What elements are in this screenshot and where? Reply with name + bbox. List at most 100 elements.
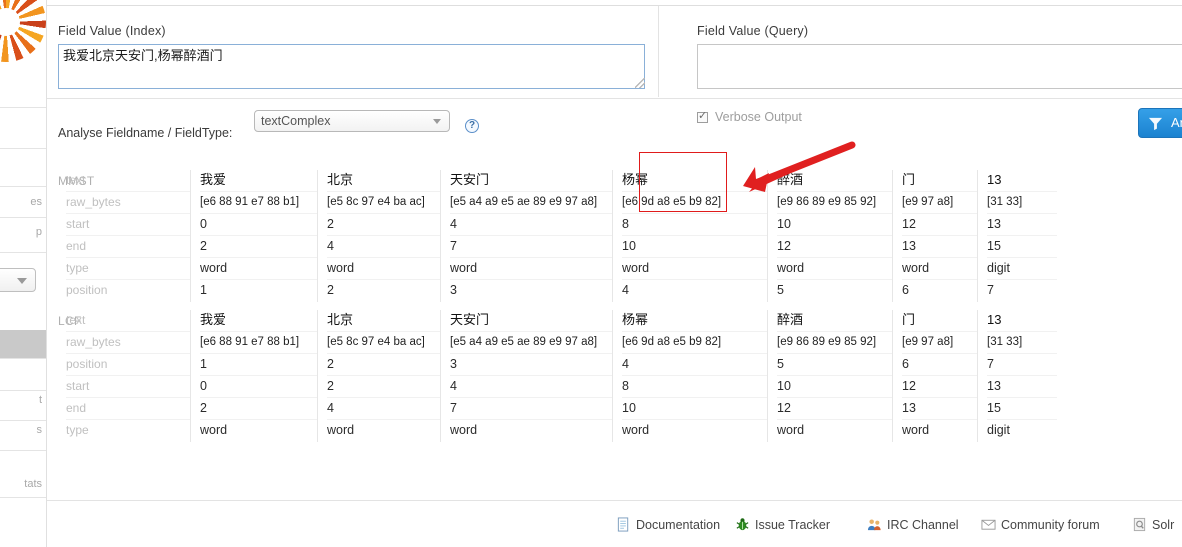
analysis-results: MMST text raw_bytes start end type position 我爱[… (47, 152, 1182, 452)
footer-link-community-forum[interactable]: Community forum (981, 515, 1100, 535)
sidebar-item-clipped-1[interactable]: es (30, 196, 42, 208)
question-mark-icon[interactable]: ? (465, 119, 479, 133)
verbose-output-checkbox[interactable] (697, 110, 708, 123)
token-column[interactable]: 我爱 [e6 88 91 e7 88 b1] 1 0 2 word (190, 310, 317, 442)
core-selector-dropdown[interactable] (0, 268, 36, 292)
token-type: word (200, 423, 228, 437)
sidebar: es p t s tats (0, 0, 46, 547)
token-column[interactable]: 北京 [e5 8c 97 e4 ba ac] 2 2 4 word (317, 310, 440, 442)
token-raw_bytes: [e9 97 a8] (902, 332, 977, 354)
token-position: 4 (622, 354, 767, 376)
token-column[interactable]: 13 [31 33] 13 15 digit 7 (977, 170, 1057, 302)
attribute-label-type: type (66, 423, 89, 437)
token-text: 北京 (327, 310, 440, 332)
document-icon (616, 517, 631, 532)
footer-link-solr[interactable]: Solr (1132, 515, 1174, 535)
sidebar-item-clipped-2[interactable]: p (36, 226, 42, 238)
token-position: 3 (450, 354, 612, 376)
token-column[interactable]: 杨幂 [e6 9d a8 e5 b9 82] 8 10 word 4 (612, 170, 767, 302)
token-position: 2 (327, 354, 440, 376)
token-text: 杨幂 (622, 170, 767, 192)
token-text: 北京 (327, 170, 440, 192)
footer-link-irc-channel[interactable]: IRC Channel (867, 515, 959, 535)
token-column[interactable]: 天安门 [e5 a4 a9 e5 ae 89 e9 97 a8] 4 7 word 3 (440, 170, 612, 302)
token-position: 1 (200, 354, 317, 376)
sidebar-item-clipped-5[interactable]: tats (24, 478, 42, 490)
token-column[interactable]: 我爱 [e6 88 91 e7 88 b1] 0 2 word 1 (190, 170, 317, 302)
token-end: 7 (450, 236, 612, 258)
fieldtype-select[interactable]: textComplex (254, 110, 450, 132)
attribute-label-position: position (66, 354, 190, 376)
token-column[interactable]: 门 [e9 97 a8] 12 13 word 6 (892, 170, 977, 302)
token-column[interactable]: 北京 [e5 8c 97 e4 ba ac] 2 4 word 2 (317, 170, 440, 302)
field-value-query-input[interactable] (697, 44, 1182, 89)
sidebar-divider (0, 186, 46, 187)
token-end: 2 (200, 398, 317, 420)
token-column[interactable]: 醉酒 [e9 86 89 e9 85 92] 5 10 12 word (767, 310, 892, 442)
solr-sunburst-logo-icon (0, 0, 46, 62)
footer-link-label: Solr (1152, 518, 1175, 532)
token-column[interactable]: 杨幂 [e6 9d a8 e5 b9 82] 4 8 10 word (612, 310, 767, 442)
token-position: 5 (777, 354, 892, 376)
token-start: 10 (777, 214, 892, 236)
solr-analysis-screen: es p t s tats Field Value (Index) Field … (0, 0, 1182, 547)
sidebar-divider (0, 252, 46, 253)
sidebar-item-clipped-4[interactable]: s (37, 424, 43, 436)
token-type: word (327, 258, 440, 280)
verbose-output-label: Verbose Output (715, 110, 802, 124)
solr-query-icon (1132, 517, 1147, 532)
token-position: 2 (327, 283, 334, 297)
token-raw_bytes: [e5 a4 a9 e5 ae 89 e9 97 a8] (450, 332, 612, 354)
token-end: 10 (622, 236, 767, 258)
token-column[interactable]: 门 [e9 97 a8] 6 12 13 word (892, 310, 977, 442)
token-type: word (902, 423, 930, 437)
token-position: 6 (902, 354, 977, 376)
token-position: 1 (200, 283, 207, 297)
token-start: 10 (777, 376, 892, 398)
attribute-label-end: end (66, 236, 190, 258)
token-type: word (450, 258, 612, 280)
token-type: word (450, 423, 478, 437)
attribute-label-end: end (66, 398, 190, 420)
analyse-values-button[interactable]: Analyse Values (1138, 108, 1182, 138)
token-end: 7 (450, 398, 612, 420)
token-type: digit (987, 258, 1057, 280)
token-text: 我爱 (200, 310, 317, 332)
token-text: 醉酒 (777, 310, 892, 332)
main-content: Field Value (Index) Field Value (Query) … (46, 0, 1182, 547)
footer: Documentation Issue Tracker IRC Channel Com… (47, 500, 1182, 547)
attribute-label-position: position (66, 283, 108, 297)
token-type: word (327, 423, 355, 437)
token-text: 我爱 (200, 170, 317, 192)
token-raw_bytes: [e5 a4 a9 e5 ae 89 e9 97 a8] (450, 192, 612, 214)
token-start: 4 (450, 376, 612, 398)
sidebar-divider (0, 148, 46, 149)
funnel-icon (1148, 117, 1163, 131)
token-column[interactable]: 天安门 [e5 a4 a9 e5 ae 89 e9 97 a8] 3 4 7 word (440, 310, 612, 442)
attribute-label-start: start (66, 214, 190, 236)
people-icon (867, 517, 882, 532)
token-column[interactable]: 13 [31 33] 7 13 15 digit (977, 310, 1057, 442)
token-position: 4 (622, 283, 629, 297)
chevron-down-icon (17, 278, 27, 284)
footer-link-label: Issue Tracker (755, 518, 831, 532)
field-value-index-panel: Field Value (Index) (47, 6, 659, 97)
fieldtype-select-value: textComplex (261, 114, 331, 128)
attribute-name-column: text raw_bytes start end type position (57, 170, 190, 302)
token-column[interactable]: 醉酒 [e9 86 89 e9 85 92] 10 12 word 5 (767, 170, 892, 302)
field-value-index-input[interactable] (58, 44, 645, 89)
token-type: word (200, 258, 317, 280)
token-type: word (622, 258, 767, 280)
token-type: word (777, 258, 892, 280)
sidebar-divider (0, 497, 46, 498)
token-start: 13 (987, 214, 1057, 236)
footer-link-documentation[interactable]: Documentation (616, 515, 720, 535)
token-raw_bytes: [e6 9d a8 e5 b9 82] (622, 332, 767, 354)
envelope-icon (981, 517, 996, 532)
sidebar-item-clipped-3[interactable]: t (39, 394, 42, 406)
footer-link-label: Community forum (1001, 518, 1100, 532)
token-end: 2 (200, 236, 317, 258)
footer-link-issue-tracker[interactable]: Issue Tracker (735, 515, 830, 535)
token-raw_bytes: [e6 9d a8 e5 b9 82] (622, 192, 767, 214)
sidebar-item-active[interactable] (0, 330, 46, 358)
